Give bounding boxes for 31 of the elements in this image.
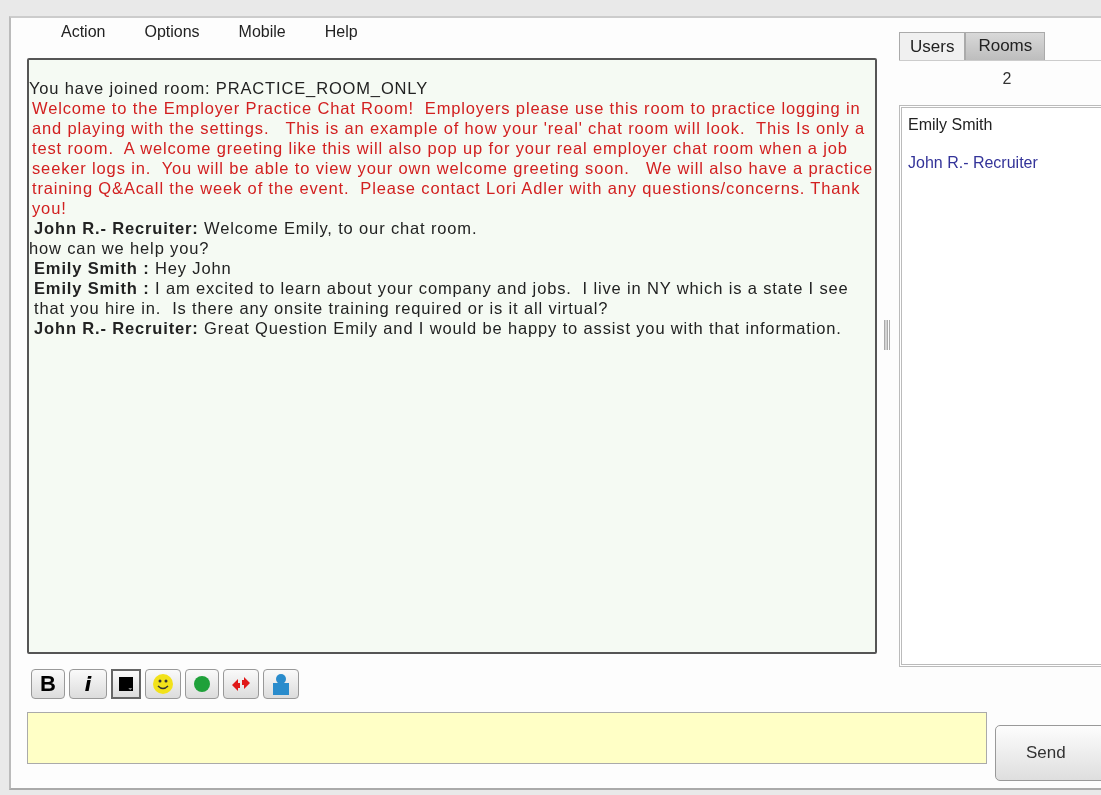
person-icon (270, 673, 292, 695)
user-item[interactable]: John R.- Recruiter (908, 154, 1101, 192)
chat-message: Emily Smith : Hey John (33, 258, 233, 278)
welcome-message: Welcome to the Employer Practice Chat Room! Employers please use this room to practice logging in and playing with the settings. This is an example of how your 'real' chat room will look. This Is only a test room. A welcome greeting like this will also pop up for your real employer chat room when a job seeker logs in. You will be able to view your own welcome greeting soon. We will also have a practice training Q&Acall the week of the event. Please contact Lori Adler with any questions/concerns. Thank you! (31, 98, 875, 218)
tab[interactable]: Users (899, 32, 966, 60)
tab[interactable]: Rooms (965, 32, 1046, 60)
status-button[interactable] (185, 669, 219, 699)
chat-message: Emily Smith : I am excited to learn about your company and jobs. I live in NY which is a state I see that you hire in. Is there any onsite training required or is it all virtual? (33, 278, 850, 318)
menu-item[interactable]: Options (144, 23, 200, 53)
arrows-icon (230, 675, 252, 693)
color-swatch-icon (119, 675, 133, 693)
bold-button[interactable]: B (31, 669, 65, 699)
chat-message: John R.- Recruiter: Welcome Emily, to our chat room. (33, 218, 479, 238)
status-dot-icon (193, 675, 211, 693)
user-count: 2 (899, 60, 1101, 95)
menu-item[interactable]: Mobile (238, 23, 286, 53)
splitter-grip-icon[interactable] (884, 320, 890, 350)
chat-message: John R.- Recruiter: Great Question Emily and I would be happy to assist you with that information. (33, 318, 843, 338)
text-color-button[interactable] (111, 669, 141, 699)
smiley-icon (152, 673, 174, 695)
chat-message: how can we help you? (29, 238, 211, 258)
user-button[interactable] (263, 669, 299, 699)
send-button[interactable]: Send (995, 725, 1101, 781)
message-input[interactable] (27, 712, 987, 764)
emoticon-button[interactable] (145, 669, 181, 699)
swap-button[interactable] (223, 669, 259, 699)
italic-button[interactable]: i (69, 669, 107, 699)
menu-item[interactable]: Help (324, 23, 358, 53)
user-item[interactable]: Emily Smith (908, 116, 1101, 154)
system-message: You have joined room: PRACTICE_ROOM_ONLY (29, 78, 429, 98)
menu-item[interactable]: Action (61, 23, 106, 53)
